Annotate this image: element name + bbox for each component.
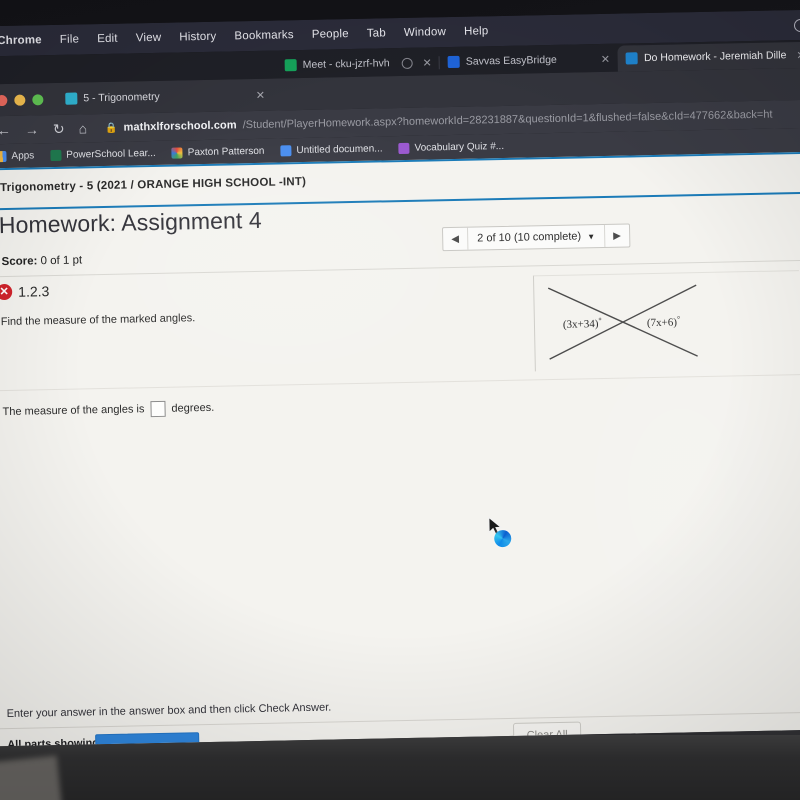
laptop-photo-background: Chrome File Edit View History Bookmarks … [0, 0, 800, 800]
score-display: Score: 0 of 1 pt [1, 254, 82, 268]
left-angle-label: (3x+34)° [563, 316, 602, 331]
forward-button[interactable]: → [25, 121, 39, 137]
quiz-icon [398, 142, 410, 154]
mathxl-homework-page: Trigonometry - 5 (2021 / ORANGE HIGH SCH… [0, 151, 800, 747]
answer-sentence: The measure of the angles is degrees. [2, 400, 214, 420]
apps-grid-icon [0, 150, 7, 162]
laptop-screen: Chrome File Edit View History Bookmarks … [0, 9, 800, 747]
answer-input[interactable] [150, 400, 166, 418]
bookmark-paxton-patterson[interactable]: Paxton Patterson [171, 145, 265, 159]
minimize-window-button[interactable] [14, 94, 26, 106]
powerschool-icon [50, 149, 62, 161]
window-tab-title: 5 - Trigonometry [83, 90, 160, 105]
url-host: mathxlforschool.com [123, 119, 237, 134]
close-icon[interactable]: ✕ [422, 56, 431, 69]
browser-tab-meet[interactable]: Meet - cku-jzrf-hvh ✕ [276, 49, 440, 78]
desk-edge-highlight [0, 755, 63, 800]
trigonometry-tab-icon [65, 92, 78, 105]
browser-tab-title: Meet - cku-jzrf-hvh [302, 57, 390, 71]
answer-text-before: The measure of the angles is [2, 403, 145, 419]
chevron-down-icon: ▼ [587, 231, 596, 241]
menu-item-bookmarks[interactable]: Bookmarks [234, 29, 294, 42]
question-position-label: 2 of 10 (10 complete) [477, 230, 582, 245]
browser-tab-title: Savvas EasyBridge [465, 53, 557, 68]
maximize-window-button[interactable] [32, 93, 44, 105]
instruction-hint: Enter your answer in the answer box and … [6, 701, 332, 721]
menu-item-history[interactable]: History [179, 31, 216, 44]
menu-item-file[interactable]: File [60, 33, 80, 45]
close-icon[interactable]: ✕ [601, 52, 610, 65]
header-divider [0, 191, 800, 211]
savvas-icon [447, 55, 460, 69]
home-button[interactable]: ⌂ [79, 120, 88, 136]
meet-icon [284, 59, 297, 72]
window-tab-trigonometry[interactable]: 5 - Trigonometry ✕ [65, 88, 265, 105]
score-value: 0 of 1 pt [40, 254, 83, 268]
bookmark-vocabulary-quiz[interactable]: Vocabulary Quiz #... [398, 140, 505, 154]
question-divider [0, 373, 800, 392]
incorrect-x-icon: ✕ [0, 283, 13, 301]
browser-tab-do-homework[interactable]: Do Homework - Jeremiah Dille ✕ [617, 41, 800, 72]
close-window-button[interactable] [0, 94, 8, 106]
menu-item-tab[interactable]: Tab [367, 27, 386, 39]
right-angle-label: (7x+6)° [647, 314, 681, 329]
close-icon[interactable]: ✕ [796, 48, 800, 61]
menu-item-window[interactable]: Window [404, 26, 446, 39]
close-icon[interactable]: ✕ [256, 88, 265, 101]
desk-surface [0, 735, 800, 800]
browser-tab-savvas[interactable]: Savvas EasyBridge ✕ [440, 46, 619, 76]
tab-audio-icon[interactable] [401, 57, 413, 69]
menu-item-help[interactable]: Help [464, 25, 489, 37]
intersecting-lines-diagram: (3x+34)° (7x+6)° [547, 284, 698, 360]
answer-text-after: degrees. [171, 401, 215, 415]
mathxl-icon [625, 52, 639, 65]
bookmark-label: PowerSchool Lear... [66, 147, 156, 161]
course-breadcrumb: Trigonometry - 5 (2021 / ORANGE HIGH SCH… [0, 175, 307, 195]
lock-icon: 🔒 [105, 122, 118, 134]
back-button[interactable]: ← [0, 122, 11, 138]
question-id: 1.2.3 [18, 283, 50, 300]
bookmark-apps[interactable]: Apps [0, 150, 34, 162]
window-traffic-lights [0, 93, 44, 106]
bookmark-label: Paxton Patterson [187, 145, 265, 158]
status-circle-icon[interactable] [793, 18, 800, 32]
bookmark-powerschool[interactable]: PowerSchool Lear... [50, 147, 156, 161]
question-id-row: ✕ 1.2.3 [0, 283, 50, 301]
question-navigator: ◀ 2 of 10 (10 complete) ▼ ▶ [441, 223, 631, 252]
menu-item-people[interactable]: People [312, 28, 349, 41]
bookmark-untitled-document[interactable]: Untitled documen... [280, 142, 383, 156]
reload-button[interactable]: ↻ [53, 121, 65, 137]
bookmark-label: Vocabulary Quiz #... [414, 140, 505, 154]
page-title: Homework: Assignment 4 [0, 206, 263, 239]
menu-bar-status-area [793, 10, 800, 40]
score-label: Score: [1, 255, 38, 269]
angle-figure-panel: (3x+34)° (7x+6)° [532, 270, 800, 372]
menu-item-view[interactable]: View [136, 32, 162, 45]
previous-question-button[interactable]: ◀ [443, 228, 467, 250]
google-docs-icon [280, 144, 292, 156]
bookmark-label: Apps [11, 149, 35, 162]
question-prompt: Find the measure of the marked angles. [0, 312, 196, 329]
url-path: /Student/PlayerHomework.aspx?homeworkId=… [242, 108, 773, 132]
bookmark-label: Untitled documen... [296, 142, 383, 156]
menu-item-chrome[interactable]: Chrome [0, 34, 42, 47]
menu-item-edit[interactable]: Edit [97, 33, 118, 45]
question-position-dropdown[interactable]: 2 of 10 (10 complete) ▼ [466, 224, 606, 250]
paxton-icon [171, 146, 183, 159]
browser-tab-title: Do Homework - Jeremiah Dille [643, 49, 787, 65]
next-question-button[interactable]: ▶ [605, 224, 629, 246]
